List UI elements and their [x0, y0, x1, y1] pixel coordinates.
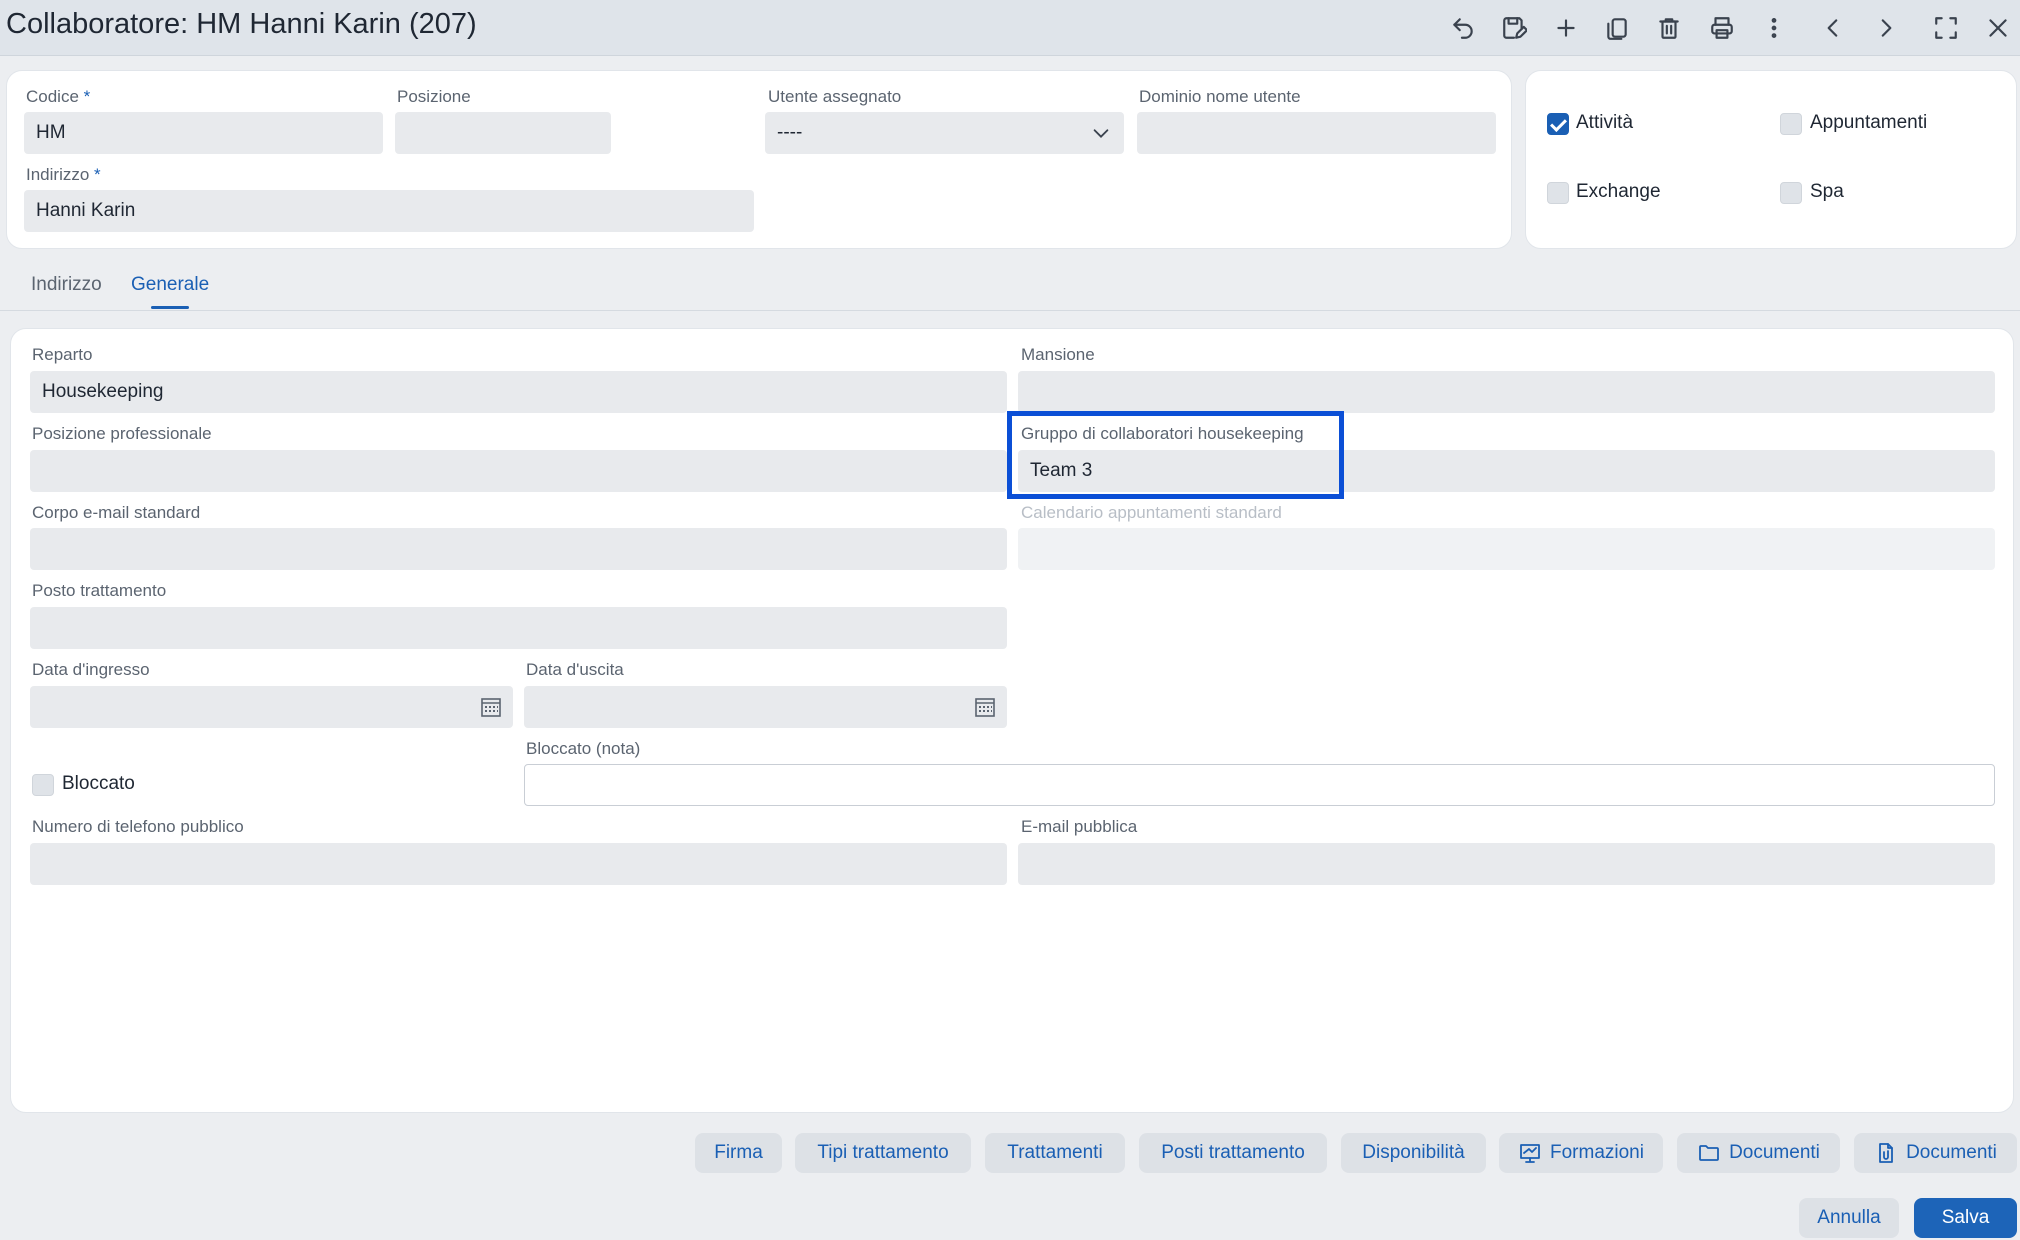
window-title: Collaboratore: HM Hanni Karin (207) [6, 8, 477, 40]
undo-icon[interactable] [1443, 8, 1483, 48]
reparto-label: Reparto [32, 345, 93, 364]
data-ingresso-input[interactable] [30, 686, 513, 728]
spa-checkbox[interactable] [1780, 182, 1802, 204]
disponibilita-button[interactable]: Disponibilità [1341, 1133, 1486, 1173]
attivita-label: Attività [1576, 112, 1634, 133]
documenti-file-button[interactable]: Documenti [1854, 1133, 2017, 1173]
codice-input[interactable]: HM [24, 112, 383, 154]
attivita-checkbox[interactable] [1547, 113, 1569, 135]
firma-button[interactable]: Firma [695, 1133, 782, 1173]
telefono-pubblico-label: Numero di telefono pubblico [32, 817, 244, 836]
training-icon [1520, 1144, 1540, 1163]
corpo-email-label: Corpo e-mail standard [32, 503, 201, 522]
codice-label: Codice * [26, 87, 91, 106]
telefono-pubblico-input[interactable] [30, 843, 1007, 885]
bloccato-checkbox[interactable] [32, 774, 54, 796]
gruppo-housekeeping-input[interactable]: Team 3 [1018, 450, 1995, 492]
appuntamenti-checkbox[interactable] [1780, 113, 1802, 135]
copy-icon[interactable] [1597, 8, 1637, 48]
posti-trattamento-button[interactable]: Posti trattamento [1139, 1133, 1327, 1173]
spa-label: Spa [1810, 181, 1844, 202]
chevron-left-icon[interactable] [1813, 8, 1853, 48]
exchange-label: Exchange [1576, 181, 1661, 202]
documenti-folder-label: Documenti [1729, 1142, 1820, 1163]
file-attachment-icon [1879, 1143, 1893, 1163]
formazioni-button[interactable]: Formazioni [1499, 1133, 1663, 1173]
tab-divider [0, 310, 2020, 311]
appuntamenti-label: Appuntamenti [1810, 112, 1928, 133]
data-uscita-input[interactable] [524, 686, 1007, 728]
utente-assegnato-label: Utente assegnato [768, 87, 902, 106]
print-icon[interactable] [1702, 8, 1742, 48]
posizione-professionale-label: Posizione professionale [32, 424, 212, 443]
email-pubblica-input[interactable] [1018, 843, 1995, 885]
bloccato-nota-input[interactable] [524, 764, 1995, 806]
active-tab-indicator [151, 306, 189, 309]
data-ingresso-label: Data d'ingresso [32, 660, 150, 679]
title-bar: Collaboratore: HM Hanni Karin (207) [0, 0, 2020, 56]
documenti-file-label: Documenti [1906, 1142, 1997, 1163]
calendario-input [1018, 528, 1995, 570]
delete-icon[interactable] [1649, 8, 1689, 48]
trattamenti-button[interactable]: Trattamenti [985, 1133, 1125, 1173]
calendar-icon[interactable] [973, 695, 997, 719]
chevron-down-icon [1093, 129, 1109, 138]
header-form-card: Codice * HM Posizione Utente assegnato -… [6, 70, 1512, 249]
calendario-label: Calendario appuntamenti standard [1021, 503, 1282, 522]
salva-button[interactable]: Salva [1914, 1198, 2017, 1238]
calendar-icon[interactable] [479, 695, 503, 719]
more-vertical-icon[interactable] [1754, 8, 1794, 48]
bloccato-label: Bloccato [62, 773, 135, 794]
data-uscita-label: Data d'uscita [526, 660, 624, 679]
gruppo-housekeeping-label: Gruppo di collaboratori housekeeping [1021, 424, 1304, 443]
flags-card: Attività Appuntamenti Exchange Spa [1525, 70, 2017, 249]
annulla-button[interactable]: Annulla [1799, 1198, 1899, 1238]
tab-generale[interactable]: Generale [131, 274, 209, 296]
mansione-input[interactable] [1018, 371, 1995, 413]
exchange-checkbox[interactable] [1547, 182, 1569, 204]
reparto-input[interactable]: Housekeeping [30, 371, 1007, 413]
email-pubblica-label: E-mail pubblica [1021, 817, 1138, 836]
close-icon[interactable] [1978, 8, 2018, 48]
generale-panel: Reparto Housekeeping Mansione Posizione … [10, 328, 2014, 1113]
corpo-email-input[interactable] [30, 528, 1007, 570]
dominio-input[interactable] [1137, 112, 1496, 154]
posizione-input[interactable] [395, 112, 611, 154]
folder-icon [1699, 1145, 1719, 1161]
tipi-trattamento-button[interactable]: Tipi trattamento [795, 1133, 971, 1173]
indirizzo-label: Indirizzo * [26, 165, 101, 184]
formazioni-label: Formazioni [1550, 1142, 1644, 1163]
fullscreen-icon[interactable] [1926, 8, 1966, 48]
posto-trattamento-label: Posto trattamento [32, 581, 167, 600]
add-icon[interactable] [1546, 8, 1586, 48]
posizione-label: Posizione [397, 87, 471, 106]
chevron-right-icon[interactable] [1866, 8, 1906, 48]
mansione-label: Mansione [1021, 345, 1095, 364]
indirizzo-input[interactable]: Hanni Karin [24, 190, 754, 232]
tab-indirizzo[interactable]: Indirizzo [31, 274, 102, 296]
posizione-professionale-input[interactable] [30, 450, 1007, 492]
utente-assegnato-value: ---- [777, 122, 803, 143]
utente-assegnato-select[interactable]: ---- [765, 112, 1124, 154]
dominio-label: Dominio nome utente [1139, 87, 1301, 106]
save-edit-icon[interactable] [1494, 8, 1534, 48]
bloccato-nota-label: Bloccato (nota) [526, 739, 641, 758]
documenti-folder-button[interactable]: Documenti [1677, 1133, 1840, 1173]
posto-trattamento-input[interactable] [30, 607, 1007, 649]
